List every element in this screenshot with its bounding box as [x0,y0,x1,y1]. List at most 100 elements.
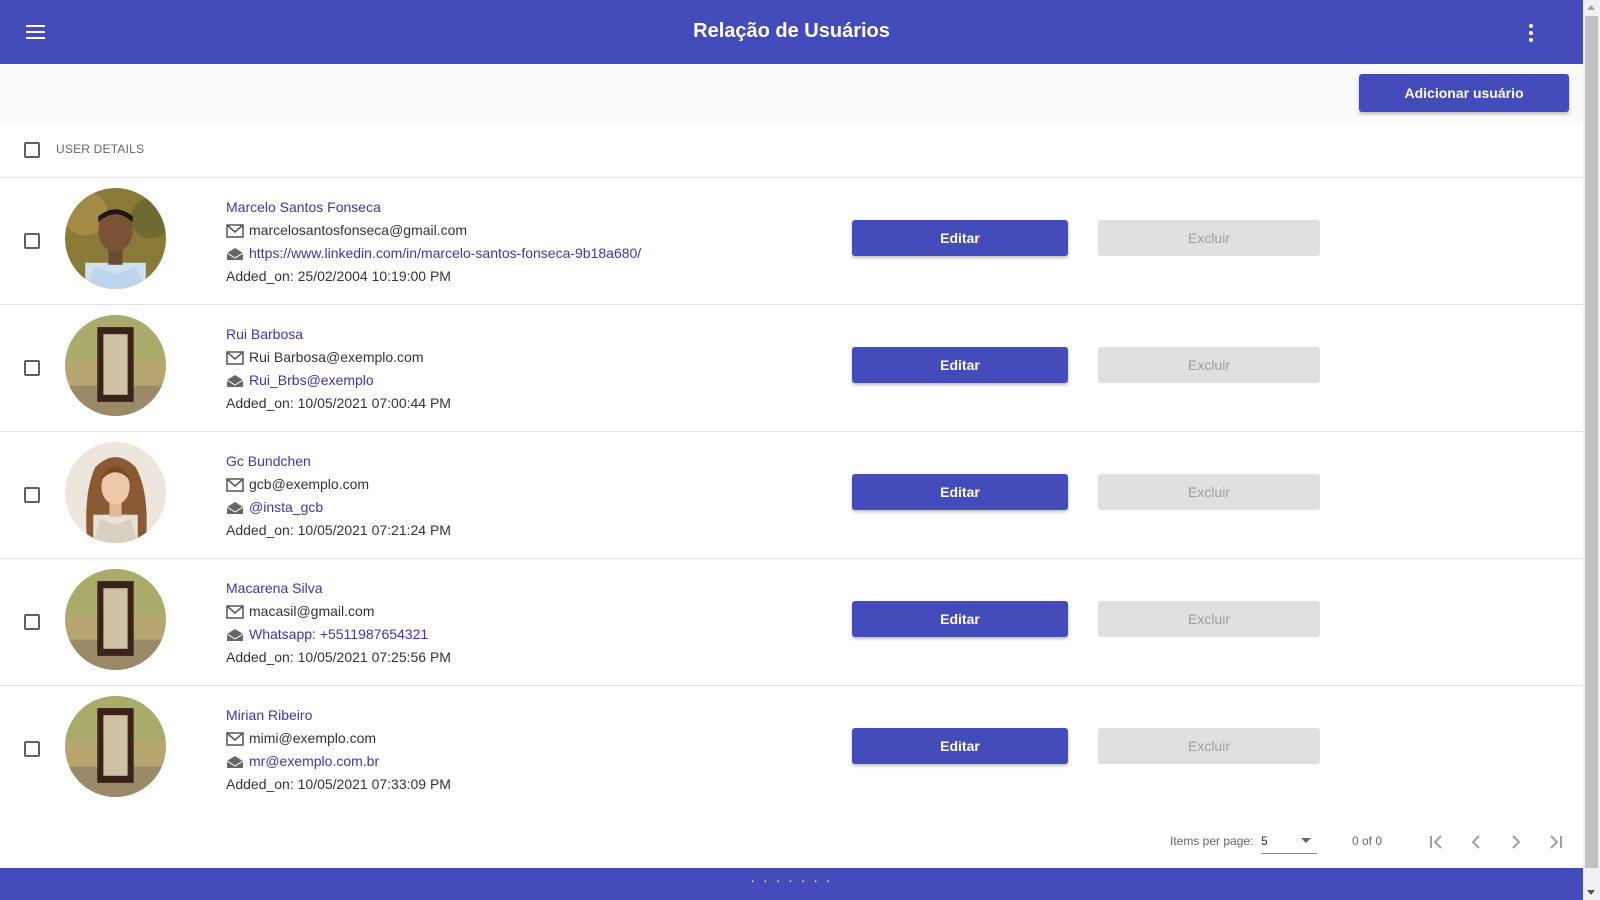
app: Relação de Usuários Adicionar usuário US… [0,0,1583,900]
table-row: Marcelo Santos Fonseca marcelosantosfons… [0,178,1583,305]
user-contact-link[interactable]: mr@exemplo.com.br [249,750,379,773]
row-checkbox[interactable] [24,487,40,503]
header-user-details: USER DETAILS [56,142,145,156]
added-on: Added_on: 10/05/2021 07:25:56 PM [226,649,451,665]
mail-outline-icon [226,350,244,365]
avatar-photo-man-icon [65,188,166,289]
avatar-placeholder-frame-icon [65,696,166,797]
user-info: Mirian Ribeiro mimi@exemplo.com mr@exemp… [226,704,451,796]
email-line: macasil@gmail.com [226,600,451,623]
added-on: Added_on: 10/05/2021 07:00:44 PM [226,395,451,411]
mail-outline-icon [226,731,244,746]
user-name[interactable]: Gc Bundchen [226,450,451,473]
avatar-placeholder-frame-icon [65,315,166,416]
items-per-page-select[interactable]: 5 [1261,828,1317,854]
mail-outline-icon [226,604,244,619]
footer-bar: · · · · · · · [0,868,1583,900]
user-email: marcelosantosfonseca@gmail.com [249,222,468,238]
add-user-button[interactable]: Adicionar usuário [1359,74,1569,112]
scroll-up-arrow-icon[interactable] [1587,5,1595,10]
table-header-row: USER DETAILS [0,122,1583,178]
user-name[interactable]: Mirian Ribeiro [226,704,451,727]
previous-page-button[interactable] [1462,828,1490,856]
email-line: Rui Barbosa@exemplo.com [226,346,451,369]
more-vert-icon[interactable] [1524,22,1538,44]
edit-button[interactable]: Editar [852,474,1068,510]
action-bar: Adicionar usuário [0,64,1583,122]
last-page-button[interactable] [1542,828,1570,856]
select-all-checkbox[interactable] [24,142,40,158]
scroll-down-arrow-icon[interactable] [1587,890,1595,895]
edit-button[interactable]: Editar [852,601,1068,637]
scrollbar-thumb[interactable] [1585,16,1598,868]
range-label: 0 of 0 [1352,834,1383,848]
items-per-page-label: Items per page: [1170,834,1254,848]
table-row: Gc Bundchen gcb@exemplo.com @insta_gcb A… [0,432,1583,559]
avatar-placeholder-frame-icon [65,569,166,670]
first-page-icon [1430,835,1442,849]
drafts-icon [226,501,244,514]
next-page-button[interactable] [1502,828,1530,856]
first-page-button[interactable] [1422,828,1450,856]
chevron-left-icon [1471,835,1480,849]
page-title: Relação de Usuários [693,20,890,42]
drafts-icon [226,755,244,768]
user-name[interactable]: Macarena Silva [226,577,451,600]
dropdown-arrow-icon [1301,838,1311,843]
user-contact-link[interactable]: https://www.linkedin.com/in/marcelo-sant… [249,242,641,265]
email-line: gcb@exemplo.com [226,473,451,496]
edit-button[interactable]: Editar [852,220,1068,256]
delete-button: Excluir [1098,474,1320,510]
table-row: Macarena Silva macasil@gmail.com Whatsap… [0,559,1583,686]
contact-line: Rui_Brbs@exemplo [226,369,451,392]
row-checkbox[interactable] [24,360,40,376]
delete-button: Excluir [1098,220,1320,256]
top-toolbar: Relação de Usuários [0,0,1583,64]
chevron-right-icon [1512,835,1521,849]
user-email: Rui Barbosa@exemplo.com [249,349,424,365]
added-on: Added_on: 10/05/2021 07:33:09 PM [226,776,451,792]
user-info: Gc Bundchen gcb@exemplo.com @insta_gcb A… [226,450,451,542]
user-contact-link[interactable]: @insta_gcb [249,496,323,519]
user-email: gcb@exemplo.com [249,476,370,492]
edit-button[interactable]: Editar [852,728,1068,764]
delete-button: Excluir [1098,347,1320,383]
mail-outline-icon [226,223,244,238]
vertical-scrollbar[interactable] [1583,0,1600,900]
user-info: Marcelo Santos Fonseca marcelosantosfons… [226,196,641,288]
drafts-icon [226,247,244,260]
avatar [65,569,166,670]
avatar [65,696,166,797]
user-name[interactable]: Marcelo Santos Fonseca [226,196,641,219]
contact-line: https://www.linkedin.com/in/marcelo-sant… [226,242,641,265]
avatar [65,315,166,416]
avatar [65,188,166,289]
table-row: Mirian Ribeiro mimi@exemplo.com mr@exemp… [0,686,1583,813]
row-checkbox[interactable] [24,741,40,757]
email-line: mimi@exemplo.com [226,727,451,750]
footer-handle[interactable]: · · · · · · · [751,872,833,888]
row-checkbox[interactable] [24,233,40,249]
row-checkbox[interactable] [24,614,40,630]
last-page-icon [1550,835,1562,849]
avatar [65,442,166,543]
paginator: Items per page: 5 0 of 0 [0,812,1583,868]
email-line: marcelosantosfonseca@gmail.com [226,219,641,242]
user-email: macasil@gmail.com [249,603,375,619]
mail-outline-icon [226,477,244,492]
drafts-icon [226,628,244,641]
table-row: Rui Barbosa Rui Barbosa@exemplo.com Rui_… [0,305,1583,432]
avatar-photo-woman-icon [65,442,166,543]
user-contact-link[interactable]: Whatsapp: +5511987654321 [249,623,428,646]
user-info: Rui Barbosa Rui Barbosa@exemplo.com Rui_… [226,323,451,415]
drafts-icon [226,374,244,387]
edit-button[interactable]: Editar [852,347,1068,383]
user-info: Macarena Silva macasil@gmail.com Whatsap… [226,577,451,669]
added-on: Added_on: 10/05/2021 07:21:24 PM [226,522,451,538]
contact-line: @insta_gcb [226,496,451,519]
added-on: Added_on: 25/02/2004 10:19:00 PM [226,268,451,284]
user-contact-link[interactable]: Rui_Brbs@exemplo [249,369,374,392]
user-email: mimi@exemplo.com [249,730,377,746]
user-name[interactable]: Rui Barbosa [226,323,451,346]
user-list: Marcelo Santos Fonseca marcelosantosfons… [0,178,1583,813]
